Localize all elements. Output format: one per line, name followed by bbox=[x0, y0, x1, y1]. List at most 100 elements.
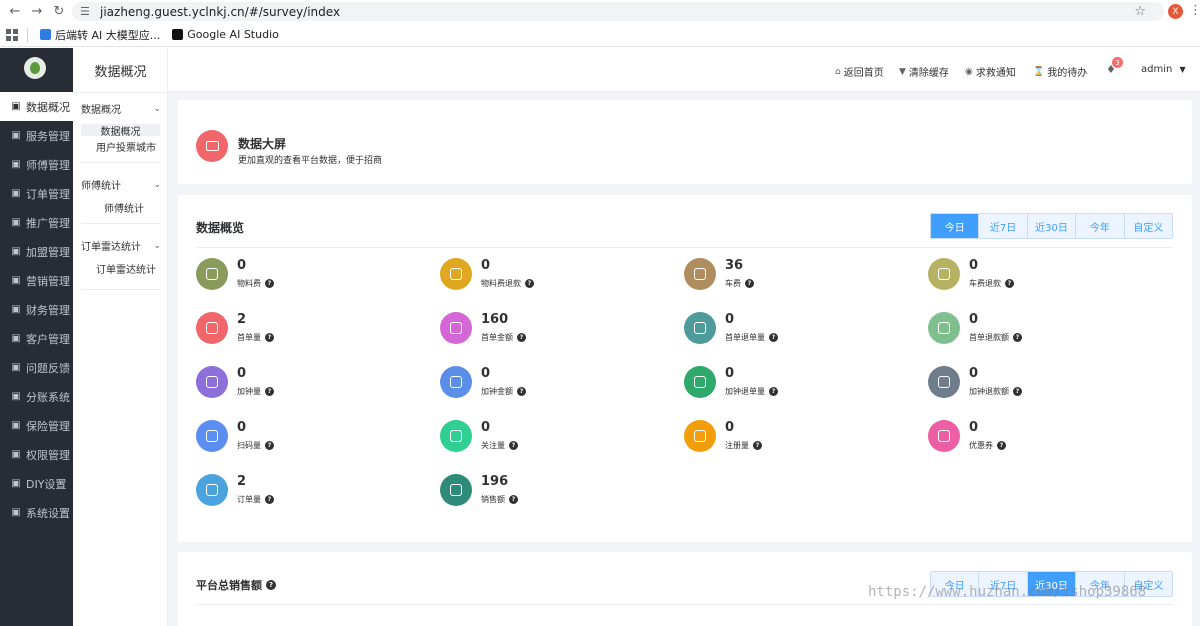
sub-group-head[interactable]: 数据概况 ⌄ bbox=[81, 101, 161, 117]
back-icon[interactable]: ← bbox=[4, 1, 26, 23]
overview-title: 数据概览 bbox=[196, 221, 245, 235]
stat-item: 0 扫码量? bbox=[196, 420, 396, 454]
sidebar-item[interactable]: ▣ 权限管理 bbox=[0, 440, 73, 469]
stat-label-text: 首单退单量 bbox=[725, 333, 765, 342]
help-icon[interactable]: ? bbox=[509, 495, 518, 504]
help-icon[interactable]: ? bbox=[769, 333, 778, 342]
sidebar-item[interactable]: ▣ 分账系统 bbox=[0, 382, 73, 411]
big-screen-card[interactable]: 数据大屏 更加直观的查看平台数据，便于招商 bbox=[178, 100, 1192, 184]
bookmark-item[interactable]: Google AI Studio bbox=[172, 28, 279, 41]
stat-icon bbox=[684, 366, 716, 398]
stat-icon bbox=[196, 312, 228, 344]
home-icon: ⌂ bbox=[835, 66, 841, 77]
sidebar-item-label: 财务管理 bbox=[26, 303, 70, 317]
help-icon[interactable]: ? bbox=[266, 580, 276, 590]
stat-label-text: 加钟退单量 bbox=[725, 387, 765, 396]
sub-sidebar-title: 数据概况 bbox=[73, 48, 168, 93]
help-icon[interactable]: ? bbox=[1013, 387, 1022, 396]
date-tab[interactable]: 近30日 bbox=[1027, 214, 1077, 238]
stat-icon bbox=[440, 258, 472, 290]
help-icon[interactable]: ? bbox=[769, 387, 778, 396]
help-icon[interactable]: ? bbox=[517, 387, 526, 396]
my-todo-link[interactable]: ⌛ 我的待办 bbox=[1033, 64, 1088, 80]
stat-value: 0 bbox=[481, 258, 491, 273]
bookmark-item[interactable]: 后端转 AI 大模型应... bbox=[40, 27, 160, 43]
sidebar-item[interactable]: ▣ 推广管理 bbox=[0, 208, 73, 237]
sub-link-order-radar[interactable]: 订单雷达统计 bbox=[96, 261, 156, 276]
app-logo[interactable] bbox=[24, 57, 46, 79]
help-icon[interactable]: ? bbox=[1013, 333, 1022, 342]
hourglass-icon: ⌛ bbox=[1033, 66, 1045, 77]
help-icon[interactable]: ? bbox=[517, 333, 526, 342]
sidebar-item[interactable]: ▣ 加盟管理 bbox=[0, 237, 73, 266]
sidebar-item[interactable]: ▣ 财务管理 bbox=[0, 295, 73, 324]
promotion-icon: ▣ bbox=[11, 217, 21, 228]
user-menu[interactable]: admin ▼ bbox=[1141, 64, 1186, 75]
apps-grid-icon[interactable] bbox=[6, 28, 18, 41]
date-tab[interactable]: 自定义 bbox=[1124, 214, 1173, 238]
sidebar-item[interactable]: ▣ 服务管理 bbox=[0, 121, 73, 150]
clear-cache-link[interactable]: ▼ 清除缓存 bbox=[899, 64, 949, 80]
sub-link-voting-city[interactable]: 用户投票城市 bbox=[96, 139, 156, 154]
help-icon[interactable]: ? bbox=[265, 495, 274, 504]
bookmark-label: Google AI Studio bbox=[187, 28, 279, 41]
sub-link-master-stats[interactable]: 师傅统计 bbox=[104, 200, 144, 215]
sub-group-label: 师傅统计 bbox=[81, 181, 121, 192]
home-link[interactable]: ⌂ 返回首页 bbox=[835, 64, 884, 80]
help-icon[interactable]: ? bbox=[753, 441, 762, 450]
address-bar[interactable]: ☰ jiazheng.guest.yclnkj.cn/#/survey/inde… bbox=[72, 2, 1164, 21]
marketing-icon: ▣ bbox=[11, 275, 21, 286]
diy-icon: ▣ bbox=[11, 478, 21, 489]
sub-group-label: 订单雷达统计 bbox=[81, 242, 141, 253]
stat-label: 注册量? bbox=[725, 440, 762, 451]
browser-menu-icon[interactable]: ⋮ bbox=[1189, 3, 1200, 18]
help-icon[interactable]: ? bbox=[265, 279, 274, 288]
stat-label: 加钟退单量? bbox=[725, 386, 778, 397]
sales-divider bbox=[196, 604, 1173, 605]
sidebar-item[interactable]: ▣ DIY设置 bbox=[0, 469, 73, 498]
sidebar-item[interactable]: ▣ 保险管理 bbox=[0, 411, 73, 440]
site-info-icon[interactable]: ☰ bbox=[80, 5, 94, 18]
stat-item: 0 关注量? bbox=[440, 420, 640, 454]
help-icon[interactable]: ? bbox=[745, 279, 754, 288]
big-screen-desc: 更加直观的查看平台数据，便于招商 bbox=[238, 156, 383, 166]
help-icon[interactable]: ? bbox=[265, 333, 274, 342]
stat-icon bbox=[196, 474, 228, 506]
date-tab[interactable]: 近7日 bbox=[979, 214, 1028, 238]
sub-group-head[interactable]: 师傅统计 ⌄ bbox=[81, 177, 161, 193]
sidebar-item[interactable]: ▣ 客户管理 bbox=[0, 324, 73, 353]
sub-group-head[interactable]: 订单雷达统计 ⌄ bbox=[81, 238, 161, 254]
sidebar-item[interactable]: ▣ 系统设置 bbox=[0, 498, 73, 527]
help-icon[interactable]: ? bbox=[997, 441, 1006, 450]
sidebar-item[interactable]: ▣ 问题反馈 bbox=[0, 353, 73, 382]
chevron-down-icon: ⌄ bbox=[153, 240, 161, 251]
help-icon[interactable]: ? bbox=[525, 279, 534, 288]
sidebar-item[interactable]: ▣ 订单管理 bbox=[0, 179, 73, 208]
forward-icon[interactable]: → bbox=[26, 1, 48, 23]
stat-label: 车费退款? bbox=[969, 278, 1014, 289]
stat-icon bbox=[440, 420, 472, 452]
sidebar-item[interactable]: ▣ 数据概况 bbox=[0, 92, 73, 121]
date-tab[interactable]: 今年 bbox=[1076, 214, 1125, 238]
address-url[interactable]: jiazheng.guest.yclnkj.cn/#/survey/index bbox=[100, 5, 340, 19]
profile-avatar[interactable]: X bbox=[1168, 4, 1183, 19]
sos-notice-link[interactable]: ◉ 求救通知 bbox=[965, 64, 1016, 80]
sidebar-item[interactable]: ▣ 师傅管理 bbox=[0, 150, 73, 179]
stat-icon bbox=[684, 420, 716, 452]
help-icon[interactable]: ? bbox=[1005, 279, 1014, 288]
help-icon[interactable]: ? bbox=[265, 387, 274, 396]
help-icon[interactable]: ? bbox=[509, 441, 518, 450]
stat-value: 160 bbox=[481, 312, 509, 327]
date-tab[interactable]: 今日 bbox=[931, 214, 980, 238]
stat-icon bbox=[196, 258, 228, 290]
stat-icon bbox=[196, 420, 228, 452]
reload-icon[interactable]: ↻ bbox=[48, 1, 70, 23]
sidebar-item[interactable]: ▣ 营销管理 bbox=[0, 266, 73, 295]
stat-label: 扫码量? bbox=[237, 440, 274, 451]
stat-icon bbox=[440, 366, 472, 398]
bookmark-star-icon[interactable]: ☆ bbox=[1134, 4, 1146, 19]
sidebar-item-label: 数据概况 bbox=[26, 100, 70, 114]
my-todo-label: 我的待办 bbox=[1047, 68, 1088, 79]
help-icon[interactable]: ? bbox=[265, 441, 274, 450]
sub-link-data-overview[interactable]: 数据概况 bbox=[81, 124, 160, 138]
